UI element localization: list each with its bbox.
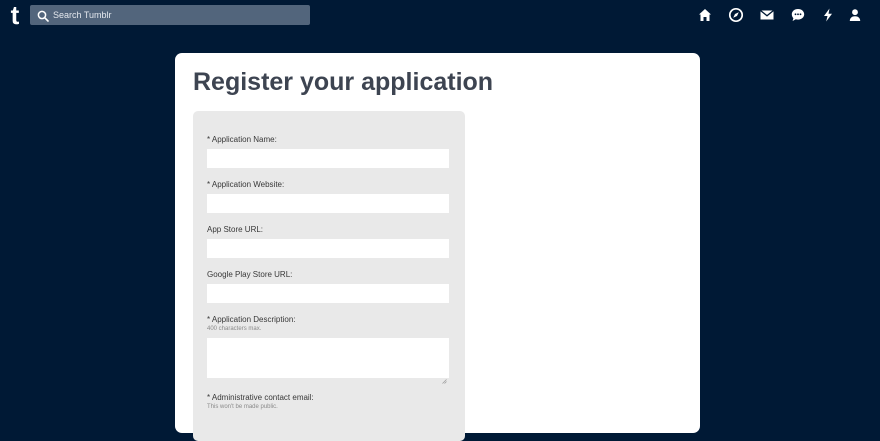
register-app-panel: Register your application * Application … <box>175 53 700 441</box>
application-website-input[interactable] <box>207 194 449 213</box>
google-play-url-input[interactable] <box>207 284 449 303</box>
application-website-label: * Application Website: <box>207 180 285 189</box>
google-play-url-label: Google Play Store URL: <box>207 270 293 279</box>
search-icon <box>37 9 49 22</box>
application-description-wrapper <box>207 338 449 384</box>
top-navigation-bar: t Search Tumblr <box>0 0 880 30</box>
app-store-url-label: App Store URL: <box>207 225 264 234</box>
application-name-label: * Application Name: <box>207 135 277 144</box>
page-title: Register your application <box>193 68 494 96</box>
application-description-hint: 400 characters max. <box>207 326 262 332</box>
home-icon[interactable] <box>697 7 713 23</box>
search-placeholder[interactable]: Search Tumblr <box>53 9 112 21</box>
chat-bubble-icon[interactable] <box>790 7 806 23</box>
mail-icon[interactable] <box>759 7 775 23</box>
search-bar[interactable]: Search Tumblr <box>30 5 310 25</box>
application-description-label: * Application Description: <box>207 315 296 324</box>
account-person-icon[interactable] <box>847 7 863 23</box>
activity-lightning-icon[interactable] <box>820 7 836 23</box>
app-store-url-input[interactable] <box>207 239 449 258</box>
tumblr-logo[interactable]: t <box>6 2 24 28</box>
registration-form: * Application Name: * Application Websit… <box>193 111 465 441</box>
explore-compass-icon[interactable] <box>728 7 744 23</box>
admin-email-label: * Administrative contact email: <box>207 393 314 402</box>
application-description-textarea[interactable] <box>207 338 449 378</box>
application-name-input[interactable] <box>207 149 449 168</box>
resize-grip-icon[interactable] <box>442 371 447 384</box>
